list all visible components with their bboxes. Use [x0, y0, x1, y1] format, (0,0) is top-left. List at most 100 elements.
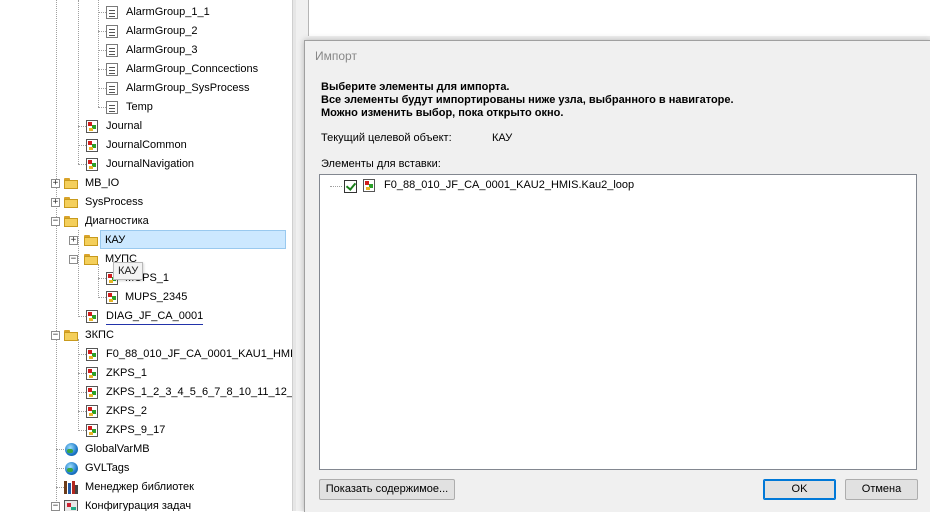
tree-item-label: ZKPS_2 — [106, 405, 147, 417]
instruction-line: Можно изменить выбор, пока открыто окно. — [321, 107, 564, 119]
tree-item-label: F0_88_010_JF_CA_0001_KAU1_HMIS — [106, 348, 292, 360]
tree-connector — [56, 487, 64, 488]
ok-button[interactable]: OK — [763, 479, 836, 500]
tree-connector — [78, 373, 86, 374]
tree-item-label: КАУ — [105, 234, 126, 246]
target-value: КАУ — [492, 132, 513, 144]
alarm-group-icon — [106, 82, 118, 95]
folder-icon — [84, 254, 99, 265]
tree-connector — [78, 145, 86, 146]
tree-connector — [56, 0, 57, 511]
alarm-group-icon — [106, 44, 118, 57]
alarm-group-icon — [106, 63, 118, 76]
pou-icon — [86, 120, 98, 133]
tree-connector — [98, 50, 106, 51]
pou-icon — [86, 405, 98, 418]
alarm-group-icon — [106, 25, 118, 38]
instruction-line: Выберите элементы для импорта. — [321, 81, 510, 93]
pou-icon — [86, 424, 98, 437]
show-content-button[interactable]: Показать содержимое... — [319, 479, 455, 500]
tree-item-label: JournalCommon — [106, 139, 187, 151]
tree-connector — [78, 230, 79, 317]
tree-connector — [98, 0, 99, 107]
folder-icon — [64, 216, 79, 227]
tree-item-label: Диагностика — [85, 215, 149, 227]
tree-connector — [78, 411, 86, 412]
collapse-icon[interactable]: − — [51, 502, 60, 511]
tree-item-label: MUPS_2345 — [125, 291, 188, 303]
cancel-button[interactable]: Отмена — [845, 479, 918, 500]
pou-icon — [86, 367, 98, 380]
tree-connector — [98, 297, 106, 298]
tree-item-label: Journal — [106, 120, 143, 132]
tooltip: КАУ — [113, 262, 144, 280]
tree-item-label: ЗКПС — [85, 329, 114, 341]
tree-connector — [78, 316, 86, 317]
tree-connector — [56, 468, 64, 469]
pou-icon — [86, 310, 98, 323]
item-checkbox[interactable] — [344, 180, 357, 193]
alarm-group-icon — [106, 6, 118, 19]
collapse-icon[interactable]: − — [51, 217, 60, 226]
tree-connector — [78, 430, 86, 431]
dialog-title: Импорт — [315, 49, 357, 63]
tree-item-label: MB_IO — [85, 177, 120, 189]
tree-item-label: JournalNavigation — [106, 158, 195, 170]
target-label: Текущий целевой объект: — [321, 132, 452, 144]
tree-selection-highlight — [100, 230, 286, 249]
tree-item-label: Temp — [126, 101, 153, 113]
folder-icon — [64, 178, 79, 189]
alarm-group-icon — [106, 101, 118, 114]
tree-item-label: AlarmGroup_1_1 — [126, 6, 210, 18]
collapse-icon[interactable]: − — [69, 255, 78, 264]
folder-icon — [64, 197, 79, 208]
project-tree[interactable]: AlarmGroup_1_1 AlarmGroup_2 AlarmGroup_3… — [0, 0, 292, 511]
task-configuration-icon — [64, 500, 78, 511]
instruction-line: Все элементы будут импортированы ниже уз… — [321, 94, 734, 106]
tree-item-label: ZKPS_9_17 — [106, 424, 166, 436]
tree-connector — [98, 278, 106, 279]
tree-connector — [78, 126, 86, 127]
tree-connector — [98, 69, 106, 70]
tree-connector — [98, 12, 106, 13]
expand-icon[interactable]: + — [51, 179, 60, 188]
tree-connector — [98, 88, 106, 89]
tree-connector — [78, 392, 86, 393]
tree-item-label: AlarmGroup_SysProcess — [126, 82, 250, 94]
tree-item-label: ZKPS_1_2_3_4_5_6_7_8_10_11_12_ — [106, 386, 292, 398]
pou-icon — [86, 139, 98, 152]
items-list-label: Элементы для вставки: — [321, 158, 441, 170]
pou-icon — [86, 386, 98, 399]
tree-connector — [98, 107, 106, 108]
tree-item-label: GVLTags — [85, 462, 130, 474]
pou-icon — [363, 179, 375, 192]
expand-icon[interactable]: + — [51, 198, 60, 207]
editor-frame — [308, 0, 930, 36]
tree-item-label: AlarmGroup_3 — [126, 44, 198, 56]
folder-icon — [64, 330, 79, 341]
pou-icon — [86, 158, 98, 171]
tree-item-label: AlarmGroup_Conncections — [126, 63, 259, 75]
tree-connector — [78, 339, 79, 431]
tree-connector — [78, 0, 79, 164]
import-item-label: F0_88_010_JF_CA_0001_KAU2_HMIS.Kau2_loop — [384, 179, 635, 191]
tree-connector — [98, 264, 99, 298]
tree-connector — [330, 186, 342, 187]
checkmark-icon — [345, 180, 357, 191]
tree-connector — [78, 164, 86, 165]
tree-item-label: Конфигурация задач — [85, 500, 192, 511]
pou-icon — [106, 291, 118, 304]
collapse-icon[interactable]: − — [51, 331, 60, 340]
globe-icon — [65, 462, 78, 475]
import-dialog: Импорт Выберите элементы для импорта. Вс… — [304, 40, 930, 512]
expand-icon[interactable]: + — [69, 236, 78, 245]
tree-item-label: ZKPS_1 — [106, 367, 147, 379]
library-icon — [64, 481, 78, 494]
import-items-list[interactable]: F0_88_010_JF_CA_0001_KAU2_HMIS.Kau2_loop — [319, 174, 917, 470]
tree-connector — [78, 354, 86, 355]
tree-item-label: Менеджер библиотек — [85, 481, 194, 493]
tree-item-label: GlobalVarMB — [85, 443, 150, 455]
pou-icon — [86, 348, 98, 361]
tree-item-label: DIAG_JF_CA_0001 — [106, 309, 204, 325]
folder-icon — [84, 235, 99, 246]
